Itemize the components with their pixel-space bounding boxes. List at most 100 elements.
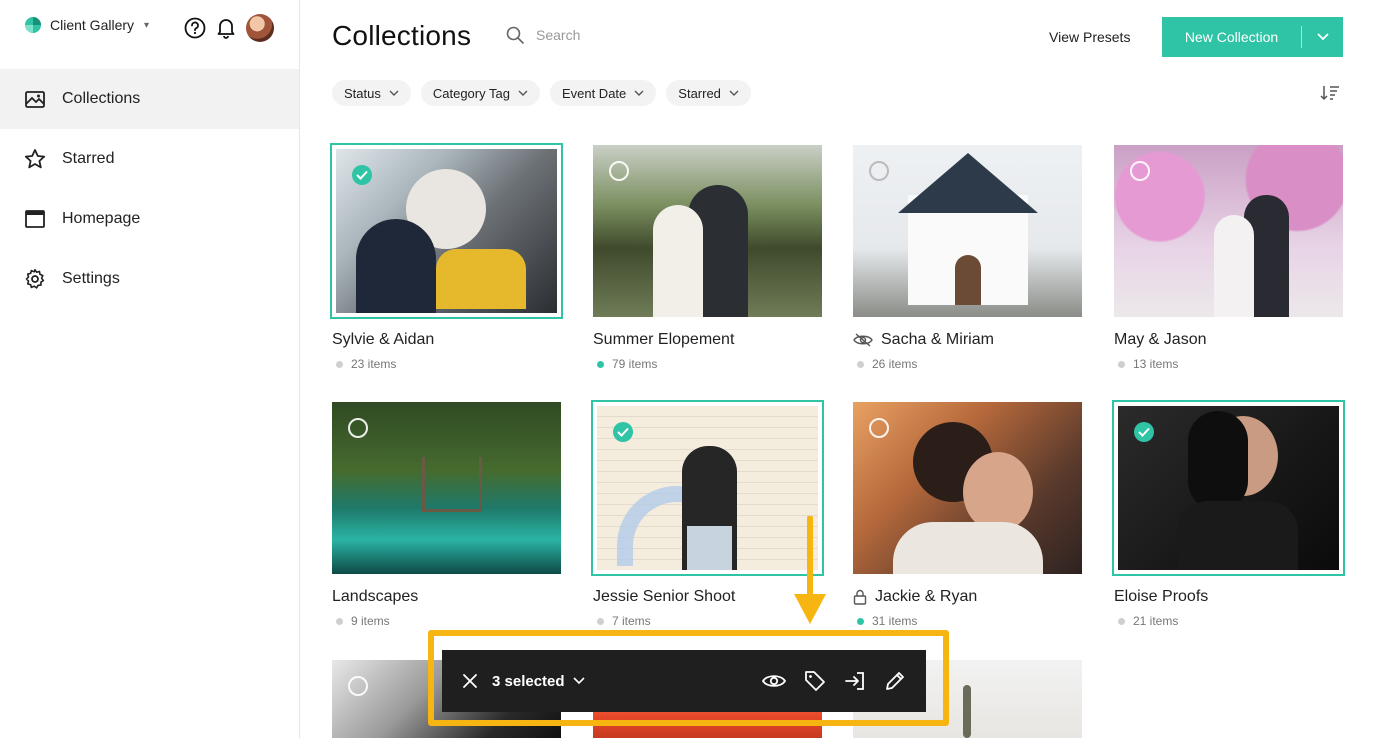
item-count: 21 items bbox=[1133, 614, 1179, 628]
collection-thumbnail[interactable] bbox=[1114, 145, 1343, 317]
sort-icon[interactable] bbox=[1320, 84, 1340, 102]
sidebar-item-homepage[interactable]: Homepage bbox=[0, 189, 299, 249]
new-collection-button[interactable]: New Collection bbox=[1162, 17, 1343, 57]
filter-label: Category Tag bbox=[432, 85, 510, 101]
chevron-down-icon bbox=[634, 90, 644, 96]
select-circle-icon[interactable] bbox=[869, 161, 889, 181]
item-count: 13 items bbox=[1133, 357, 1179, 371]
hidden-eye-icon bbox=[853, 333, 873, 347]
selected-count-label: 3 selected bbox=[492, 672, 565, 690]
sidebar: Client Gallery ▾ Collections Starred Hom… bbox=[0, 0, 300, 738]
close-icon[interactable] bbox=[462, 673, 478, 689]
collection-title[interactable]: Summer Elopement bbox=[593, 331, 823, 349]
collection-thumbnail[interactable] bbox=[1112, 400, 1345, 576]
selected-count-dropdown[interactable]: 3 selected bbox=[492, 673, 585, 690]
item-count: 9 items bbox=[351, 614, 390, 628]
collection-thumbnail[interactable] bbox=[593, 145, 822, 317]
annotation-arrow-icon bbox=[794, 516, 826, 624]
collection-title[interactable]: Eloise Proofs bbox=[1114, 588, 1344, 606]
collection-card[interactable]: Jessie Senior Shoot 7 items bbox=[591, 400, 824, 628]
collection-card[interactable]: Summer Elopement 79 items bbox=[593, 145, 823, 371]
new-collection-dropdown[interactable] bbox=[1302, 33, 1343, 41]
collection-title[interactable]: Sylvie & Aidan bbox=[332, 331, 562, 349]
collection-meta: 31 items bbox=[853, 614, 1083, 628]
collections-icon bbox=[25, 91, 45, 108]
selected-check-icon[interactable] bbox=[613, 422, 633, 442]
selected-check-icon[interactable] bbox=[1134, 422, 1154, 442]
filter-category-tag[interactable]: Category Tag bbox=[420, 80, 540, 106]
sidebar-item-starred[interactable]: Starred bbox=[0, 129, 299, 189]
sidebar-item-label: Starred bbox=[62, 150, 115, 167]
filter-label: Event Date bbox=[561, 85, 627, 101]
status-dot bbox=[336, 360, 343, 368]
help-icon[interactable] bbox=[184, 17, 206, 39]
sidebar-item-label: Settings bbox=[62, 270, 120, 287]
collection-thumbnail[interactable] bbox=[853, 145, 1082, 317]
collection-meta: 13 items bbox=[1114, 357, 1344, 371]
collection-title[interactable]: May & Jason bbox=[1114, 331, 1344, 349]
toolbar-actions bbox=[762, 670, 906, 692]
bell-icon[interactable] bbox=[216, 17, 236, 39]
filter-status[interactable]: Status bbox=[332, 80, 411, 106]
gear-icon bbox=[25, 269, 45, 289]
search-icon bbox=[506, 26, 524, 44]
filter-event-date[interactable]: Event Date bbox=[549, 80, 657, 106]
sidebar-item-collections[interactable]: Collections bbox=[0, 69, 299, 129]
collection-card[interactable]: Sacha & Miriam 26 items bbox=[853, 145, 1083, 371]
select-circle-icon[interactable] bbox=[1130, 161, 1150, 181]
move-into-icon[interactable] bbox=[844, 670, 866, 692]
item-count: 31 items bbox=[872, 614, 918, 628]
tag-icon[interactable] bbox=[804, 670, 826, 692]
brand-switcher[interactable]: Client Gallery ▾ bbox=[24, 16, 149, 34]
collection-card[interactable]: May & Jason 13 items bbox=[1114, 145, 1344, 371]
filter-starred[interactable]: Starred bbox=[666, 80, 751, 106]
collection-meta: 7 items bbox=[593, 614, 823, 628]
status-dot bbox=[857, 360, 864, 368]
collection-thumbnail[interactable] bbox=[853, 402, 1082, 574]
chevron-down-icon bbox=[729, 90, 739, 96]
chevron-down-icon bbox=[572, 677, 585, 685]
collection-card[interactable]: Landscapes 9 items bbox=[332, 402, 562, 628]
view-presets-link[interactable]: View Presets bbox=[1049, 29, 1130, 45]
search-input[interactable] bbox=[536, 27, 696, 43]
collection-thumbnail[interactable] bbox=[332, 402, 561, 574]
client-gallery-logo-icon bbox=[25, 17, 41, 33]
homepage-icon bbox=[25, 210, 45, 228]
sidebar-nav: Collections Starred Homepage Settings bbox=[0, 69, 299, 309]
collection-card[interactable]: Jackie & Ryan 31 items bbox=[853, 402, 1083, 628]
pencil-icon[interactable] bbox=[884, 670, 906, 692]
collection-card[interactable]: Sylvie & Aidan 23 items bbox=[330, 143, 563, 371]
star-icon bbox=[24, 149, 46, 169]
selected-check-icon[interactable] bbox=[352, 165, 372, 185]
collection-card[interactable]: Eloise Proofs 21 items bbox=[1112, 400, 1345, 628]
search-bar[interactable] bbox=[506, 26, 696, 44]
collection-meta: 26 items bbox=[853, 357, 1083, 371]
collection-title[interactable]: Sacha & Miriam bbox=[853, 331, 1083, 349]
eye-icon[interactable] bbox=[762, 673, 786, 689]
select-circle-icon[interactable] bbox=[609, 161, 629, 181]
avatar[interactable] bbox=[246, 14, 274, 42]
select-circle-icon[interactable] bbox=[348, 676, 368, 696]
collection-title[interactable]: Jackie & Ryan bbox=[853, 588, 1083, 606]
collection-thumbnail[interactable] bbox=[330, 143, 563, 319]
select-circle-icon[interactable] bbox=[348, 418, 368, 438]
collection-title[interactable]: Landscapes bbox=[332, 588, 562, 606]
header-icons bbox=[184, 14, 274, 42]
status-dot bbox=[336, 617, 343, 625]
select-circle-icon[interactable] bbox=[869, 418, 889, 438]
filter-label: Starred bbox=[678, 85, 721, 101]
collection-meta: 79 items bbox=[593, 357, 823, 371]
collection-meta: 9 items bbox=[332, 614, 562, 628]
item-count: 79 items bbox=[612, 357, 658, 371]
sidebar-item-settings[interactable]: Settings bbox=[0, 249, 299, 309]
page-title: Collections bbox=[332, 20, 472, 51]
collection-meta: 21 items bbox=[1114, 614, 1344, 628]
chevron-down-icon bbox=[518, 90, 528, 96]
item-count: 26 items bbox=[872, 357, 918, 371]
status-dot bbox=[1118, 617, 1125, 625]
sidebar-item-label: Collections bbox=[62, 90, 141, 107]
collection-title[interactable]: Jessie Senior Shoot bbox=[593, 588, 823, 606]
status-dot bbox=[597, 360, 604, 368]
brand-name: Client Gallery bbox=[50, 17, 135, 33]
collection-thumbnail[interactable] bbox=[591, 400, 824, 576]
